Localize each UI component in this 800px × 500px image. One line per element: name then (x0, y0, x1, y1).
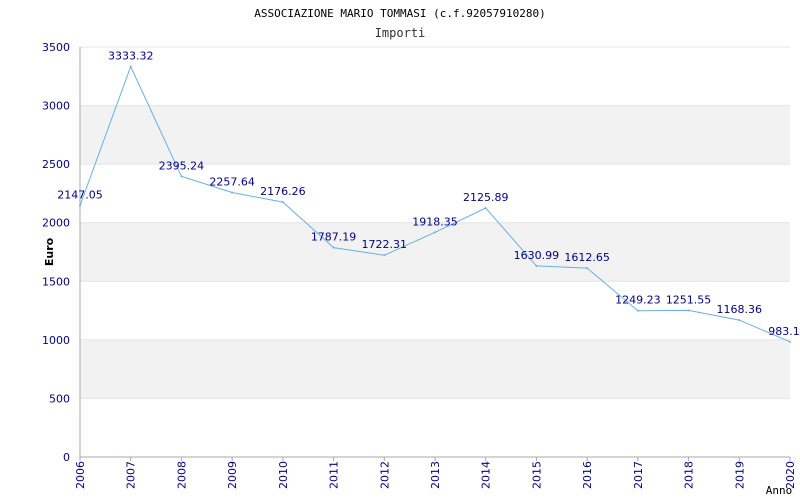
data-label: 1722.31 (362, 238, 408, 251)
x-ticks: 2006 2007 2008 2009 2010 2011 2012 2013 2014 2015… (74, 457, 797, 489)
data-point (484, 206, 487, 209)
data-point (180, 175, 183, 178)
y-tick-label: 3500 (42, 41, 70, 54)
y-tick-label: 3000 (42, 100, 70, 113)
data-point (687, 309, 690, 312)
x-tick-label: 2014 (480, 461, 493, 489)
chart-title: ASSOCIAZIONE MARIO TOMMASI (c.f.92057910… (254, 7, 545, 20)
data-point (281, 201, 284, 204)
data-label: 1168.36 (717, 303, 763, 316)
data-label: 1612.65 (564, 251, 610, 264)
data-label: 2125.89 (463, 191, 509, 204)
x-tick-label: 2019 (733, 461, 746, 489)
data-point (79, 204, 81, 207)
data-point (332, 246, 335, 249)
data-point (535, 264, 538, 267)
data-labels: 2147.05 3333.32 2395.24 2257.64 2176.26 1787.… (57, 50, 800, 338)
y-tick-label: 1000 (42, 334, 70, 347)
chart: 0500100015002000250030003500 2006 2007 200… (42, 7, 800, 497)
y-tick-label: 500 (49, 392, 70, 405)
x-tick-label: 2009 (226, 461, 239, 489)
data-label: 2176.26 (260, 185, 306, 198)
y-tick-label: 2500 (42, 158, 70, 171)
data-point (231, 191, 234, 194)
x-axis-label: Anno (766, 484, 793, 497)
x-tick-label: 2017 (632, 461, 645, 489)
x-tick-label: 2013 (429, 461, 442, 489)
grid-band (80, 339, 790, 399)
data-point (789, 340, 791, 343)
y-axis-label: Euro (43, 237, 56, 266)
data-point (434, 231, 436, 234)
data-label: 1630.99 (514, 249, 560, 262)
grid-bands (80, 105, 790, 399)
x-tick-label: 2016 (581, 461, 594, 489)
chart-subtitle: Importi (375, 26, 426, 40)
data-label: 2257.64 (209, 176, 255, 189)
x-tick-label: 2007 (125, 461, 138, 489)
y-tick-label: 1500 (42, 275, 70, 288)
x-tick-label: 2015 (530, 461, 543, 489)
x-tick-label: 2008 (175, 461, 188, 489)
data-label: 2395.24 (159, 159, 205, 172)
data-point (129, 65, 132, 68)
x-tick-label: 2012 (378, 461, 391, 489)
data-label: 1787.19 (311, 231, 357, 244)
data-label: 1251.55 (666, 293, 712, 306)
data-label: 2147.05 (57, 188, 103, 201)
data-label: 1249.23 (615, 294, 661, 307)
x-tick-label: 2018 (683, 461, 696, 489)
data-point (636, 309, 639, 312)
x-tick-label: 2006 (74, 461, 87, 489)
grid-band (80, 105, 790, 165)
y-tick-label: 0 (63, 451, 70, 464)
data-point (383, 254, 386, 257)
data-label: 1918.35 (412, 215, 458, 228)
x-tick-label: 2010 (277, 461, 290, 489)
data-point (738, 319, 741, 322)
data-point (586, 267, 589, 270)
data-label: 3333.32 (108, 50, 154, 63)
data-label: 983.1 (768, 325, 800, 338)
y-tick-label: 2000 (42, 217, 70, 230)
x-tick-label: 2011 (328, 461, 341, 489)
